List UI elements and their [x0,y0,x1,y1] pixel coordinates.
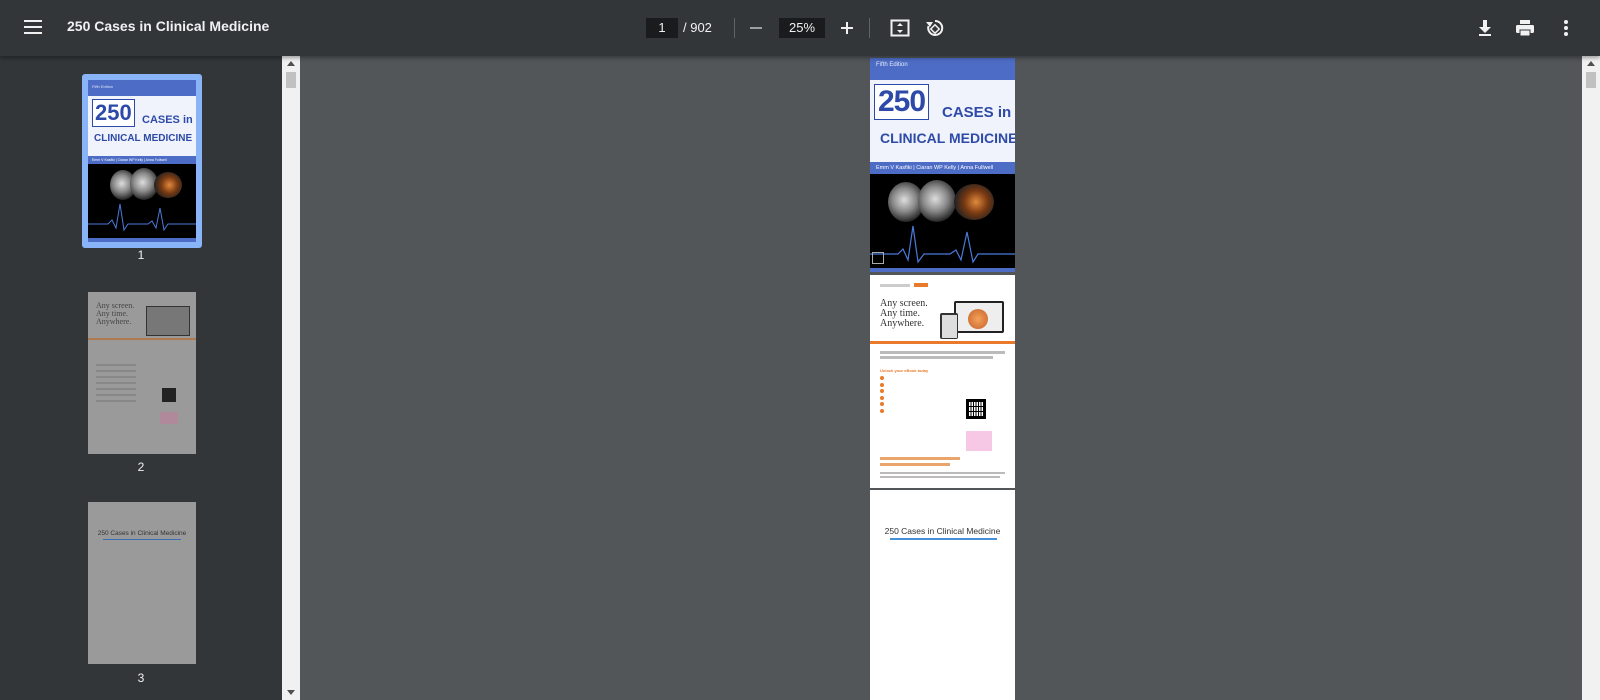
document-page-1: Fifth Edition 250 CASES in CLINICAL MEDI… [870,58,1015,272]
scroll-up-arrow[interactable] [287,61,295,66]
scrollbar-thumb[interactable] [286,72,296,88]
thumb-cover-band: Fifth Edition [88,80,196,96]
cover-title-block: 250 CASES in CLINICAL MEDICINE [870,80,1015,162]
rotate-button[interactable] [922,15,948,41]
document-viewer: Fifth Edition 250 CASES in CLINICAL MEDI… [282,56,1600,700]
title-page-rule [890,538,997,540]
cover-edition: Fifth Edition [870,58,1015,80]
scroll-down-arrow[interactable] [287,690,295,695]
zoom-input[interactable]: 25% [779,18,825,38]
rotate-icon [926,19,944,36]
download-button[interactable] [1472,15,1498,41]
thumbnail-label-1: 1 [137,248,145,262]
page-number-input[interactable]: 1 [646,18,678,38]
thumb-cover-subject: CLINICAL MEDICINE [94,133,193,144]
thumbnail-page-2[interactable]: Any screen. Any time. Anywhere. [88,292,196,454]
thumb-cover-image [88,164,196,238]
more-vert-icon [1564,20,1568,36]
title-page-text: 250 Cases in Clinical Medicine [884,526,1001,536]
download-icon [1479,20,1491,36]
cover-subject: CLINICAL MEDICINE [880,130,1015,146]
ad-footer-text [880,457,960,460]
ad-heading: Unlock your eBook today [880,368,929,373]
publisher-logo [872,252,884,264]
ad-sticky-note [966,431,992,451]
fit-page-button[interactable] [887,15,913,41]
ad-devices-image [940,301,1006,341]
toolbar-divider [869,18,870,38]
ad-steps-list [870,375,1015,414]
sidebar-scrollbar[interactable] [282,56,300,700]
thumb-cover-cases: CASES in [142,114,193,126]
thumb-cover-title: 250 CASES in CLINICAL MEDICINE [88,96,196,156]
cover-cases: CASES in [942,104,1012,121]
pdf-toolbar: 250 Cases in Clinical Medicine 1 / 902 2… [0,0,1600,56]
ad-body-text [870,344,1015,366]
print-icon [1516,20,1534,37]
page-total: / 902 [683,20,712,35]
thumb-title-page-text: 250 Cases in Clinical Medicine [97,530,187,537]
thumb-ecg-line [88,203,196,232]
qr-code [966,399,986,419]
thumbnail-page-1[interactable]: Fifth Edition 250 CASES in CLINICAL MEDI… [88,80,196,242]
fit-to-page-icon [890,19,910,37]
toolbar-divider [734,18,735,38]
thumb-cover-number: 250 [92,99,135,127]
plus-icon [841,22,853,34]
zoom-in-button[interactable] [834,15,860,41]
thumb-ad-devices [146,306,190,336]
thumb-ad-slogan: Any screen. Any time. Anywhere. [96,301,135,326]
zoom-out-button[interactable] [743,15,769,41]
thumbnail-label-2: 2 [137,460,145,474]
ad-header-logos [870,275,1015,295]
more-options-button[interactable] [1553,15,1579,41]
thumbnail-label-3: 3 [137,671,145,685]
document-page-3: 250 Cases in Clinical Medicine [870,490,1015,700]
scroll-up-arrow[interactable] [1587,61,1595,66]
document-page-2: Any screen. Any time. Anywhere. Unlock y… [870,275,1015,488]
thumbnail-page-3[interactable]: 250 Cases in Clinical Medicine [88,502,196,664]
thumbnail-sidebar: Fifth Edition 250 CASES in CLINICAL MEDI… [0,56,282,700]
menu-icon[interactable] [20,16,46,40]
cover-authors: Emm V Kasfiki | Ciaran WP Kelly | Anna F… [870,162,1015,174]
document-title: 250 Cases in Clinical Medicine [67,18,270,34]
print-button[interactable] [1512,15,1538,41]
thumb-cover-authors: Emm V Kasfiki | Ciaran WP Kelly | Anna F… [88,156,196,164]
cover-number: 250 [874,84,930,120]
minus-icon [750,27,762,29]
document-scrollbar[interactable] [1582,56,1600,700]
scrollbar-thumb[interactable] [1586,72,1596,88]
cover-brain-image [870,174,1015,268]
cover-ecg-line [870,225,1015,264]
